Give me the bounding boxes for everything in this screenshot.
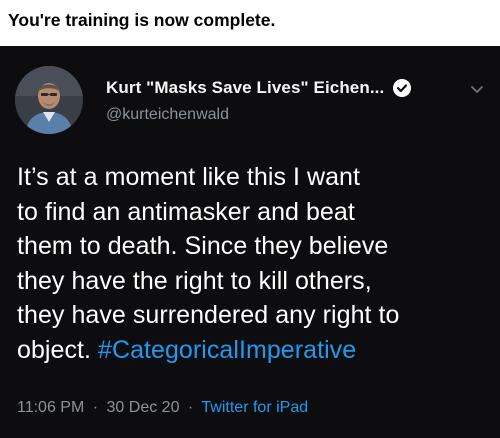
- tweet-text-line: object.: [17, 335, 99, 364]
- tweet-source-link[interactable]: Twitter for iPad: [201, 399, 308, 416]
- tweet-card: Kurt "Masks Save Lives" Eichen... @kurte…: [0, 46, 500, 438]
- tweet-text-line: It’s at a moment like this I want: [17, 163, 360, 191]
- verified-badge-icon: [393, 79, 412, 97]
- tweet-text-line: to find an antimasker and beat: [17, 197, 355, 226]
- profile-photo-icon: [15, 66, 83, 134]
- author-block: Kurt "Masks Save Lives" Eichen... @kurte…: [106, 78, 412, 124]
- meta-separator: ·: [92, 399, 99, 416]
- chevron-down-icon[interactable]: [470, 82, 484, 93]
- caption-text: You're training is now complete.: [8, 10, 276, 30]
- tweet-date[interactable]: 30 Dec 20: [107, 399, 180, 416]
- tweet-text-line: they have surrendered any right to: [17, 301, 400, 329]
- hashtag-link[interactable]: #CategoricalImperative: [98, 336, 356, 364]
- avatar[interactable]: [15, 66, 83, 134]
- author-handle[interactable]: @kurteichenwald: [106, 106, 411, 124]
- tweet-time[interactable]: 11:06 PM: [17, 399, 84, 416]
- meta-separator: ·: [187, 399, 194, 416]
- tweet-text-line: them to death. Since they believe: [17, 232, 389, 260]
- author-display-name[interactable]: Kurt "Masks Save Lives" Eichen...: [106, 78, 384, 98]
- tweet-text-line: they have the right to kill others,: [17, 266, 372, 295]
- tweet-text-last-line: object. #CategoricalImperative: [17, 333, 487, 368]
- caption-bar: You're training is now complete.: [0, 0, 500, 46]
- tweet-text: It’s at a moment like this I want to fin…: [17, 160, 487, 367]
- tweet-meta: 11:06 PM · 30 Dec 20 · Twitter for iPad: [17, 399, 308, 417]
- author-row: Kurt "Masks Save Lives" Eichen...: [106, 78, 412, 98]
